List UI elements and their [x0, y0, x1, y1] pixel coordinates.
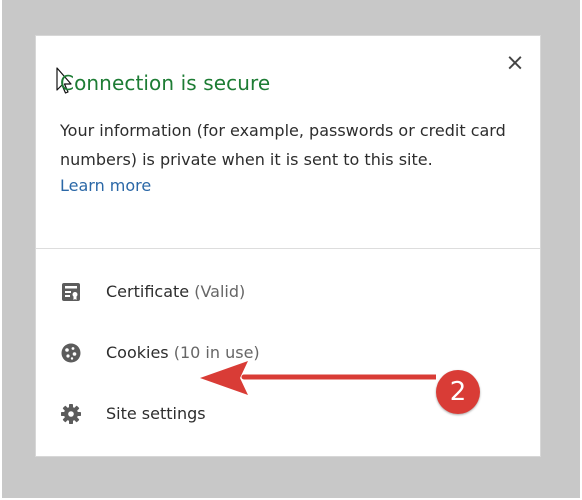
site-settings-label: Site settings [106, 404, 206, 423]
certificate-status-text: (Valid) [189, 282, 246, 301]
popup-divider [36, 248, 540, 249]
certificate-item[interactable]: Certificate (Valid) [36, 270, 540, 314]
close-button[interactable]: × [504, 52, 526, 75]
step-number-badge: 2 [436, 370, 480, 414]
certificate-icon [62, 283, 80, 301]
connection-status-title: Connection is secure [60, 71, 271, 95]
learn-more-link[interactable]: Learn more [60, 175, 151, 197]
cookies-label-text: Cookies [106, 343, 169, 362]
cookie-icon [61, 343, 81, 363]
certificate-label: Certificate (Valid) [106, 280, 245, 304]
security-description: Your information (for example, passwords… [60, 121, 506, 169]
gear-icon [61, 404, 81, 424]
certificate-label-text: Certificate [106, 282, 190, 301]
screenshot-stage: × Connection is secure Your information … [0, 0, 582, 500]
annotation-arrow [200, 361, 436, 395]
